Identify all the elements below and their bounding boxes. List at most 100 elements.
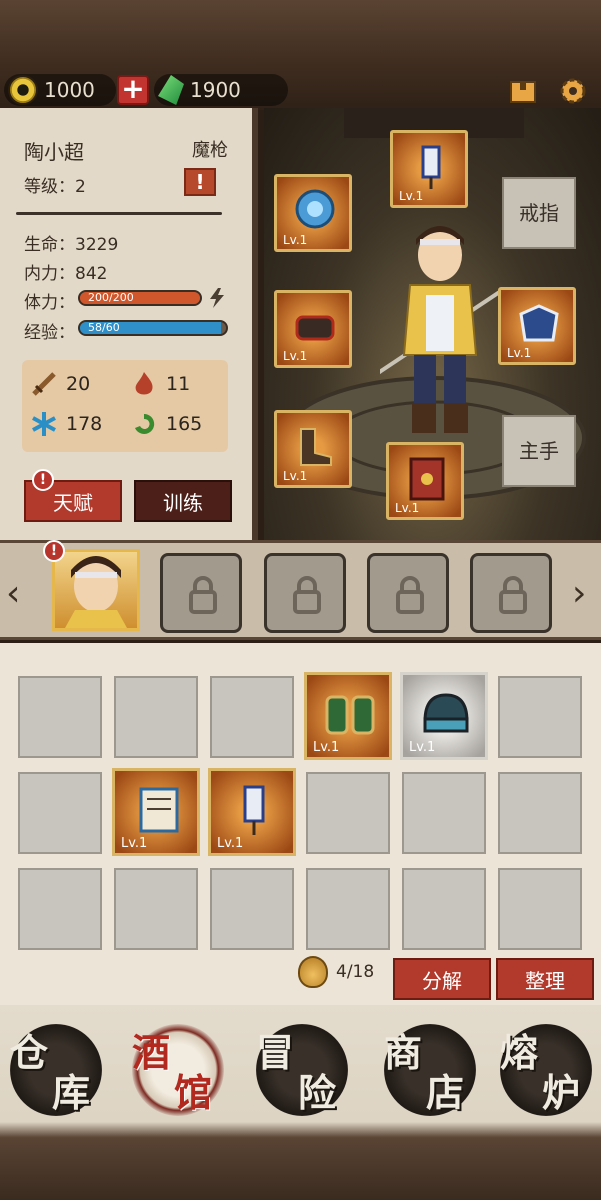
equip-slot-banner[interactable]: Lv.1 bbox=[390, 130, 468, 208]
train-button[interactable]: 训练 bbox=[134, 480, 232, 522]
inventory-slot-empty[interactable] bbox=[114, 868, 198, 950]
nav-forge[interactable]: 熔 炉 bbox=[500, 1024, 592, 1116]
boots-icon bbox=[300, 428, 332, 466]
ice-attr: 178 bbox=[30, 410, 102, 438]
attack-attr: 20 bbox=[30, 370, 90, 398]
lock-icon bbox=[293, 576, 321, 614]
wind-attr: 165 bbox=[130, 410, 202, 438]
mp-label: 内力： bbox=[24, 264, 75, 284]
sort-button[interactable]: 整理 bbox=[496, 958, 594, 1000]
equip-slot-gauntlet[interactable]: Lv.1 bbox=[274, 290, 352, 368]
hero-thumbnail[interactable]: ! bbox=[43, 540, 140, 631]
box-icon[interactable] bbox=[508, 76, 538, 106]
item-level: Lv.1 bbox=[313, 740, 340, 755]
hero-level: 等级：2 bbox=[24, 177, 86, 197]
ice-value: 178 bbox=[66, 413, 103, 435]
banner-icon bbox=[243, 785, 265, 835]
locked-hero-slot[interactable] bbox=[264, 553, 346, 633]
equip-level: Lv.1 bbox=[395, 501, 420, 515]
exp-bar: 58/60 bbox=[78, 320, 228, 336]
decompose-button[interactable]: 分解 bbox=[393, 958, 491, 1000]
nav-char-2: 险 bbox=[298, 1070, 337, 1115]
hero-name: 陶小超 bbox=[24, 140, 84, 164]
gear-icon[interactable] bbox=[558, 76, 588, 106]
prev-hero-arrow[interactable]: ‹ bbox=[6, 573, 20, 614]
inventory-slot-empty[interactable] bbox=[498, 772, 582, 854]
nav-warehouse[interactable]: 仓 库 bbox=[10, 1024, 102, 1116]
stamina-text: 200/200 bbox=[88, 291, 134, 304]
empty-slot-ring[interactable]: 戒指 bbox=[502, 177, 576, 249]
next-hero-arrow[interactable]: › bbox=[572, 573, 586, 614]
locked-hero-slot[interactable] bbox=[160, 553, 242, 633]
equip-level: Lv.1 bbox=[507, 346, 532, 360]
lightning-icon bbox=[208, 288, 226, 312]
inventory-item-scroll[interactable]: Lv.1 bbox=[112, 768, 200, 856]
sword-icon bbox=[32, 372, 56, 396]
inventory-slot-empty[interactable] bbox=[402, 772, 486, 854]
inventory-slot-empty[interactable] bbox=[498, 676, 582, 758]
hero-alert-badge: ! bbox=[43, 540, 65, 562]
locked-hero-slot[interactable] bbox=[470, 553, 552, 633]
inventory-panel bbox=[0, 643, 601, 1005]
nav-char-2: 馆 bbox=[174, 1070, 213, 1115]
mp-value: 842 bbox=[75, 264, 108, 284]
nav-char-2: 炉 bbox=[542, 1070, 581, 1115]
hero-info-panel: 陶小超 魔枪 等级：2 ! 生命：3229 内力：842 体力： 200/200… bbox=[0, 108, 258, 540]
nav-char-1: 冒 bbox=[256, 1030, 295, 1075]
inventory-slot-empty[interactable] bbox=[306, 772, 390, 854]
add-currency-button[interactable]: + bbox=[117, 75, 149, 105]
nav-tavern[interactable]: 酒 馆 bbox=[132, 1024, 224, 1116]
nav-char-1: 酒 bbox=[132, 1030, 171, 1075]
fire-icon bbox=[135, 372, 153, 395]
nav-char-1: 仓 bbox=[10, 1030, 49, 1075]
nav-adventure[interactable]: 冒 险 bbox=[256, 1024, 348, 1116]
hero-portrait bbox=[65, 556, 127, 628]
equip-level: Lv.1 bbox=[283, 349, 308, 363]
scroll-icon bbox=[139, 787, 179, 833]
divider bbox=[16, 212, 222, 215]
inventory-slot-empty[interactable] bbox=[18, 868, 102, 950]
inventory-slot-empty[interactable] bbox=[498, 868, 582, 950]
inventory-slot-empty[interactable] bbox=[18, 772, 102, 854]
equip-level: Lv.1 bbox=[283, 469, 308, 483]
nav-shop[interactable]: 商 店 bbox=[384, 1024, 476, 1116]
helmet-icon bbox=[423, 693, 469, 733]
equip-slot-boots[interactable]: Lv.1 bbox=[274, 410, 352, 488]
hp-row: 生命：3229 bbox=[24, 230, 118, 255]
inventory-item-green-gauntlets[interactable]: Lv.1 bbox=[304, 672, 392, 760]
wind-value: 165 bbox=[166, 413, 203, 435]
hero-selector: ‹ ! › bbox=[0, 540, 601, 640]
inventory-slot-empty[interactable] bbox=[402, 868, 486, 950]
equip-slot-book[interactable]: Lv.1 bbox=[386, 442, 464, 520]
hero-class: 魔枪 bbox=[192, 140, 228, 161]
alert-badge[interactable]: ! bbox=[184, 168, 216, 196]
book-icon bbox=[409, 457, 445, 501]
hp-label: 生命： bbox=[24, 235, 75, 255]
wind-swirl-icon bbox=[135, 413, 155, 434]
gold-value: 1000 bbox=[44, 78, 95, 102]
locked-hero-slot[interactable] bbox=[367, 553, 449, 633]
nav-char-1: 熔 bbox=[500, 1030, 539, 1075]
inventory-slot-empty[interactable] bbox=[210, 868, 294, 950]
inventory-slot-empty[interactable] bbox=[210, 676, 294, 758]
jade-value: 1900 bbox=[190, 78, 241, 102]
inventory-slot-empty[interactable] bbox=[306, 868, 390, 950]
inventory-item-banner[interactable]: Lv.1 bbox=[208, 768, 296, 856]
nav-char-1: 商 bbox=[384, 1030, 423, 1075]
equip-slot-armor[interactable]: Lv.1 bbox=[498, 287, 576, 365]
attribute-box: 20 11 178 165 bbox=[22, 360, 228, 452]
exp-label: 经验： bbox=[24, 323, 75, 343]
inventory-slot-empty[interactable] bbox=[18, 676, 102, 758]
snowflake-icon bbox=[32, 412, 56, 436]
hero-character bbox=[380, 226, 500, 433]
nav-char-2: 店 bbox=[426, 1070, 465, 1115]
exp-text: 58/60 bbox=[88, 321, 120, 334]
inventory-slot-empty[interactable] bbox=[114, 676, 198, 758]
armor-icon bbox=[519, 304, 559, 342]
equip-slot-amulet[interactable]: Lv.1 bbox=[274, 174, 352, 252]
amulet-icon bbox=[295, 189, 335, 229]
empty-slot-mainhand[interactable]: 主手 bbox=[502, 415, 576, 487]
inventory-item-helmet[interactable]: Lv.1 bbox=[400, 672, 488, 760]
item-level: Lv.1 bbox=[121, 836, 148, 851]
stamina-label: 体力： bbox=[24, 293, 75, 313]
